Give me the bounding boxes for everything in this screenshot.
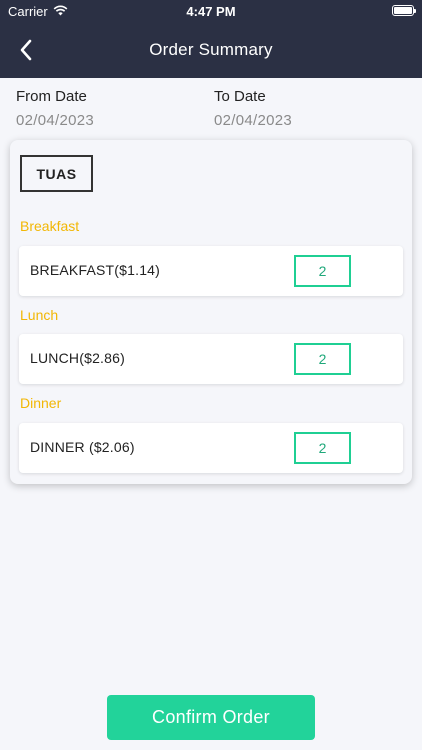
breakfast-label: BREAKFAST($1.14) — [30, 262, 161, 278]
to-date-label: To Date — [214, 88, 266, 105]
confirm-order-button[interactable]: Confirm Order — [107, 695, 315, 740]
order-card: TUAS Breakfast BREAKFAST($1.14) 2 Lunch … — [10, 140, 412, 484]
from-date-value[interactable]: 02/04/2023 — [16, 112, 94, 129]
dinner-heading: Dinner — [20, 395, 62, 411]
lunch-row: LUNCH($2.86) 2 — [19, 334, 403, 384]
breakfast-heading: Breakfast — [20, 218, 80, 234]
from-date[interactable]: From Date 02/04/2023 — [16, 88, 94, 129]
from-date-label: From Date — [16, 88, 87, 105]
date-range: From Date 02/04/2023 To Date 02/04/2023 — [16, 88, 416, 132]
battery-icon — [392, 5, 416, 16]
to-date[interactable]: To Date 02/04/2023 — [214, 88, 292, 129]
breakfast-row: BREAKFAST($1.14) 2 — [19, 246, 403, 296]
dinner-row: DINNER ($2.06) 2 — [19, 423, 403, 473]
dinner-quantity-input[interactable]: 2 — [294, 432, 351, 464]
lunch-heading: Lunch — [20, 307, 59, 323]
lunch-label: LUNCH($2.86) — [30, 350, 125, 366]
breakfast-quantity-input[interactable]: 2 — [294, 255, 351, 287]
page-title: Order Summary — [149, 40, 273, 59]
status-bar: Carrier 4:47 PM — [0, 0, 422, 22]
lunch-quantity-input[interactable]: 2 — [294, 343, 351, 375]
status-time: 4:47 PM — [186, 4, 236, 19]
nav-bar: Order Summary — [0, 22, 422, 78]
battery-level — [394, 7, 412, 14]
dinner-label: DINNER ($2.06) — [30, 439, 135, 455]
to-date-value[interactable]: 02/04/2023 — [214, 112, 292, 129]
location-tag[interactable]: TUAS — [20, 155, 93, 192]
